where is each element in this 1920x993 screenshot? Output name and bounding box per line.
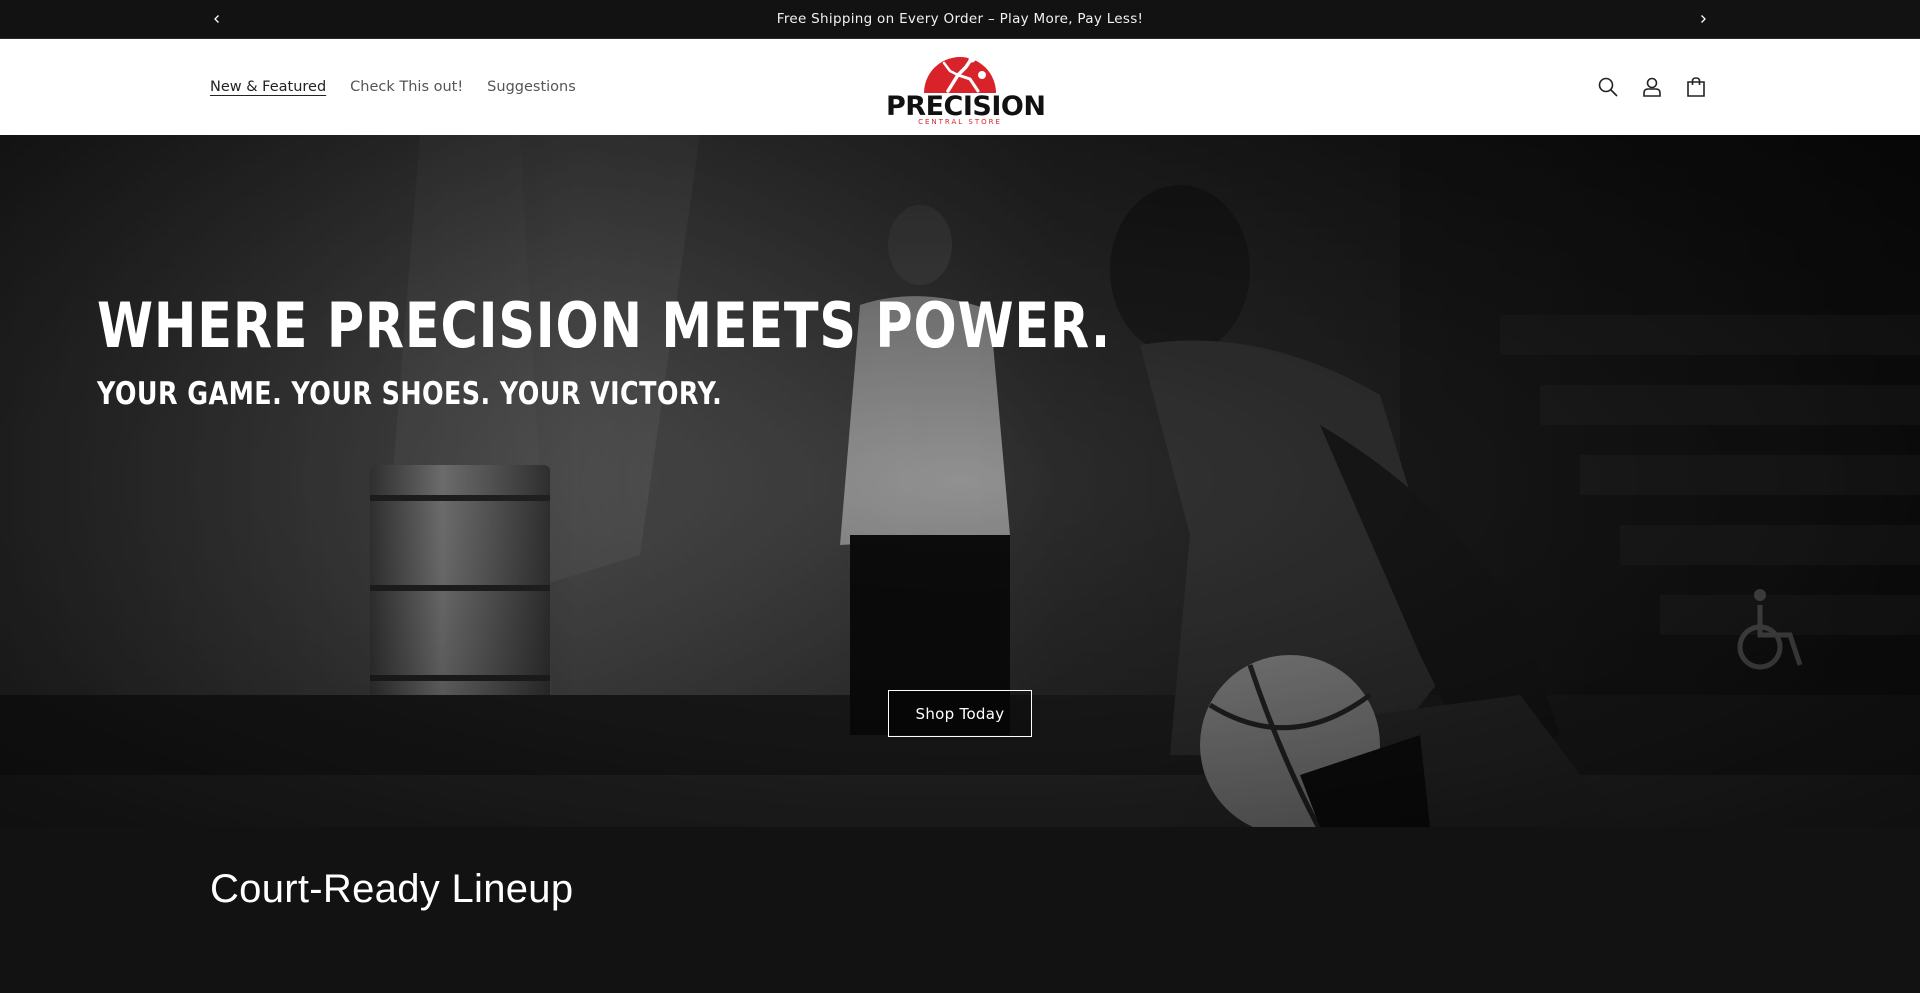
site-header: New & Featured Check This out! Suggestio…	[0, 39, 1920, 135]
collection-section: Court-Ready Lineup	[0, 827, 1920, 993]
site-logo[interactable]: PRECISION CENTRAL STORE	[886, 53, 1046, 126]
main-nav: New & Featured Check This out! Suggestio…	[210, 39, 576, 135]
account-icon	[1643, 77, 1661, 97]
section-title: Court-Ready Lineup	[210, 867, 574, 911]
search-icon	[1598, 77, 1618, 97]
cart-icon	[1687, 77, 1705, 97]
hero-headline: WHERE PRECISION MEETS POWER.	[97, 289, 1111, 362]
announcement-bar: Free Shipping on Every Order – Play More…	[0, 0, 1920, 39]
shop-today-button[interactable]: Shop Today	[888, 690, 1032, 737]
hero-banner: WHERE PRECISION MEETS POWER. YOUR GAME. …	[0, 135, 1920, 827]
hero-subheadline: YOUR GAME. YOUR SHOES. YOUR VICTORY.	[97, 376, 723, 412]
cart-button[interactable]	[1682, 73, 1710, 101]
announcement-next-button[interactable]	[1692, 8, 1714, 30]
nav-item-suggestions[interactable]: Suggestions	[487, 79, 576, 95]
chevron-left-icon	[214, 15, 219, 23]
logo-subtext: CENTRAL STORE	[918, 118, 1002, 126]
account-button[interactable]	[1638, 73, 1666, 101]
announcement-text: Free Shipping on Every Order – Play More…	[776, 11, 1144, 27]
announcement-prev-button[interactable]	[206, 8, 228, 30]
chevron-right-icon	[1701, 15, 1706, 23]
nav-item-check-this-out[interactable]: Check This out!	[350, 79, 463, 95]
header-icons	[1594, 39, 1710, 135]
search-button[interactable]	[1594, 73, 1622, 101]
logo-wordmark: PRECISION	[886, 91, 1046, 122]
nav-item-new-featured[interactable]: New & Featured	[210, 79, 326, 95]
